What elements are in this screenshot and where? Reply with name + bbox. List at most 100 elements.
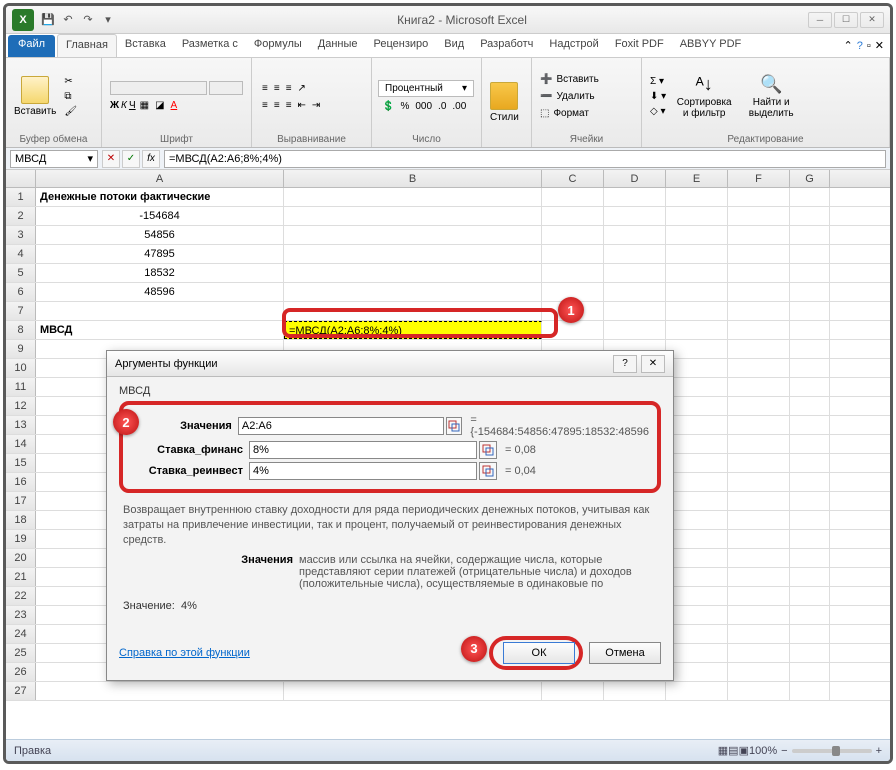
zoom-slider[interactable] bbox=[792, 749, 872, 753]
arg-reinvest-input[interactable] bbox=[249, 462, 477, 480]
dialog-close-button[interactable]: ✕ bbox=[641, 355, 665, 373]
minimize-button[interactable]: ─ bbox=[808, 12, 832, 28]
align-center-icon[interactable]: ≡ bbox=[272, 99, 282, 112]
tab-formulas[interactable]: Формулы bbox=[246, 34, 310, 57]
ok-button[interactable]: ОК bbox=[503, 642, 575, 664]
maximize-button[interactable]: ☐ bbox=[834, 12, 858, 28]
tab-review[interactable]: Рецензиро bbox=[366, 34, 437, 57]
cell-a6[interactable]: 48596 bbox=[36, 283, 284, 301]
row-header[interactable]: 5 bbox=[6, 264, 36, 282]
range-select-icon[interactable] bbox=[479, 462, 497, 480]
inc-decimal-icon[interactable]: .0 bbox=[436, 100, 448, 113]
row-header[interactable]: 2 bbox=[6, 207, 36, 225]
cut-icon[interactable]: ✂ bbox=[62, 75, 79, 88]
tab-layout[interactable]: Разметка с bbox=[174, 34, 246, 57]
tab-file[interactable]: Файл bbox=[8, 35, 55, 57]
tab-foxit[interactable]: Foxit PDF bbox=[607, 34, 672, 57]
autosum-icon[interactable]: Σ ▾ bbox=[648, 75, 668, 88]
find-select-button[interactable]: 🔍 Найти и выделить bbox=[740, 72, 802, 121]
save-icon[interactable]: 💾 bbox=[40, 12, 56, 28]
zoom-out-icon[interactable]: − bbox=[781, 745, 787, 757]
cancel-formula-icon[interactable]: ✕ bbox=[102, 150, 120, 168]
col-header-c[interactable]: C bbox=[542, 170, 604, 187]
view-normal-icon[interactable]: ▦ bbox=[718, 744, 728, 757]
font-size-box[interactable] bbox=[209, 81, 243, 95]
row-header[interactable]: 6 bbox=[6, 283, 36, 301]
cell-a1[interactable]: Денежные потоки фактические bbox=[36, 188, 284, 206]
row-header[interactable]: 1 bbox=[6, 188, 36, 206]
align-mid-icon[interactable]: ≡ bbox=[272, 82, 282, 95]
border-icon[interactable]: ▦ bbox=[138, 99, 151, 112]
undo-icon[interactable]: ↶ bbox=[60, 12, 76, 28]
percent-icon[interactable]: % bbox=[398, 100, 411, 113]
align-bot-icon[interactable]: ≡ bbox=[284, 82, 294, 95]
tab-developer[interactable]: Разработч bbox=[472, 34, 541, 57]
indent-inc-icon[interactable]: ⇥ bbox=[310, 99, 322, 112]
col-header-b[interactable]: B bbox=[284, 170, 542, 187]
align-right-icon[interactable]: ≡ bbox=[284, 99, 294, 112]
cell-a2[interactable]: -154684 bbox=[36, 207, 284, 225]
col-header-f[interactable]: F bbox=[728, 170, 790, 187]
formula-bar[interactable]: =МВСД(A2:A6;8%;4%) bbox=[164, 150, 886, 168]
bold-icon[interactable]: Ж bbox=[110, 100, 119, 111]
namebox-dropdown-icon[interactable]: ▾ bbox=[87, 152, 93, 165]
row-header[interactable]: 8 bbox=[6, 321, 36, 339]
insert-cells-button[interactable]: ➕ Вставить bbox=[538, 72, 603, 87]
range-select-icon[interactable] bbox=[446, 417, 462, 435]
align-top-icon[interactable]: ≡ bbox=[260, 82, 270, 95]
cell-b8-active[interactable]: =МВСД(A2:A6;8%;4%) bbox=[284, 321, 542, 339]
dialog-help-button[interactable]: ? bbox=[613, 355, 637, 373]
number-format-dropdown[interactable]: Процентный▾ bbox=[378, 80, 474, 97]
window-close-icon[interactable]: ✕ bbox=[875, 39, 884, 52]
cell-a3[interactable]: 54856 bbox=[36, 226, 284, 244]
arg-values-input[interactable] bbox=[238, 417, 444, 435]
format-cells-button[interactable]: ⬚ Формат bbox=[538, 106, 603, 121]
col-header-g[interactable]: G bbox=[790, 170, 830, 187]
tab-insert[interactable]: Вставка bbox=[117, 34, 174, 57]
styles-button[interactable]: Стили bbox=[488, 80, 521, 125]
font-box[interactable] bbox=[110, 81, 207, 95]
close-button[interactable]: ✕ bbox=[860, 12, 884, 28]
select-all-corner[interactable] bbox=[6, 170, 36, 187]
row-header[interactable]: 9 bbox=[6, 340, 36, 358]
copy-icon[interactable]: ⧉ bbox=[62, 90, 79, 103]
help-link[interactable]: Справка по этой функции bbox=[119, 647, 250, 659]
sort-filter-button[interactable]: ᴬ↓ Сортировка и фильтр bbox=[672, 72, 736, 121]
view-pagebreak-icon[interactable]: ▣ bbox=[739, 744, 749, 757]
italic-icon[interactable]: К bbox=[121, 100, 127, 111]
delete-cells-button[interactable]: ➖ Удалить bbox=[538, 89, 603, 104]
minimize-ribbon-icon[interactable]: ⌃ bbox=[844, 39, 853, 52]
font-color-icon[interactable]: A bbox=[169, 99, 180, 112]
qat-dropdown-icon[interactable]: ▾ bbox=[100, 12, 116, 28]
row-header[interactable]: 7 bbox=[6, 302, 36, 320]
row-header[interactable]: 3 bbox=[6, 226, 36, 244]
range-select-icon[interactable] bbox=[479, 441, 497, 459]
window-restore-icon[interactable]: ▫ bbox=[867, 40, 871, 52]
tab-abbyy[interactable]: ABBYY PDF bbox=[672, 34, 750, 57]
fill-color-icon[interactable]: ◪ bbox=[153, 99, 166, 112]
col-header-d[interactable]: D bbox=[604, 170, 666, 187]
tab-data[interactable]: Данные bbox=[310, 34, 366, 57]
underline-icon[interactable]: Ч bbox=[129, 100, 136, 111]
help-icon[interactable]: ? bbox=[857, 40, 863, 52]
tab-addins[interactable]: Надстрой bbox=[541, 34, 606, 57]
orientation-icon[interactable]: ↗ bbox=[296, 82, 308, 95]
name-box[interactable]: МВСД▾ bbox=[10, 150, 98, 168]
zoom-in-icon[interactable]: + bbox=[876, 745, 882, 757]
format-painter-icon[interactable]: 🖌 bbox=[62, 105, 79, 118]
enter-formula-icon[interactable]: ✓ bbox=[122, 150, 140, 168]
clear-icon[interactable]: ◇ ▾ bbox=[648, 105, 668, 118]
paste-button[interactable]: Вставить bbox=[12, 74, 58, 119]
currency-icon[interactable]: 💲 bbox=[380, 100, 396, 113]
cell-a4[interactable]: 47895 bbox=[36, 245, 284, 263]
tab-home[interactable]: Главная bbox=[57, 34, 117, 57]
tab-view[interactable]: Вид bbox=[436, 34, 472, 57]
row-header[interactable]: 4 bbox=[6, 245, 36, 263]
fx-icon[interactable]: fx bbox=[142, 150, 160, 168]
fill-icon[interactable]: ⬇ ▾ bbox=[648, 90, 668, 103]
redo-icon[interactable]: ↷ bbox=[80, 12, 96, 28]
indent-dec-icon[interactable]: ⇤ bbox=[296, 99, 308, 112]
dec-decimal-icon[interactable]: .00 bbox=[450, 100, 468, 113]
cell-a8[interactable]: МВСД bbox=[36, 321, 284, 339]
zoom-control[interactable]: 100% − + bbox=[749, 745, 882, 757]
